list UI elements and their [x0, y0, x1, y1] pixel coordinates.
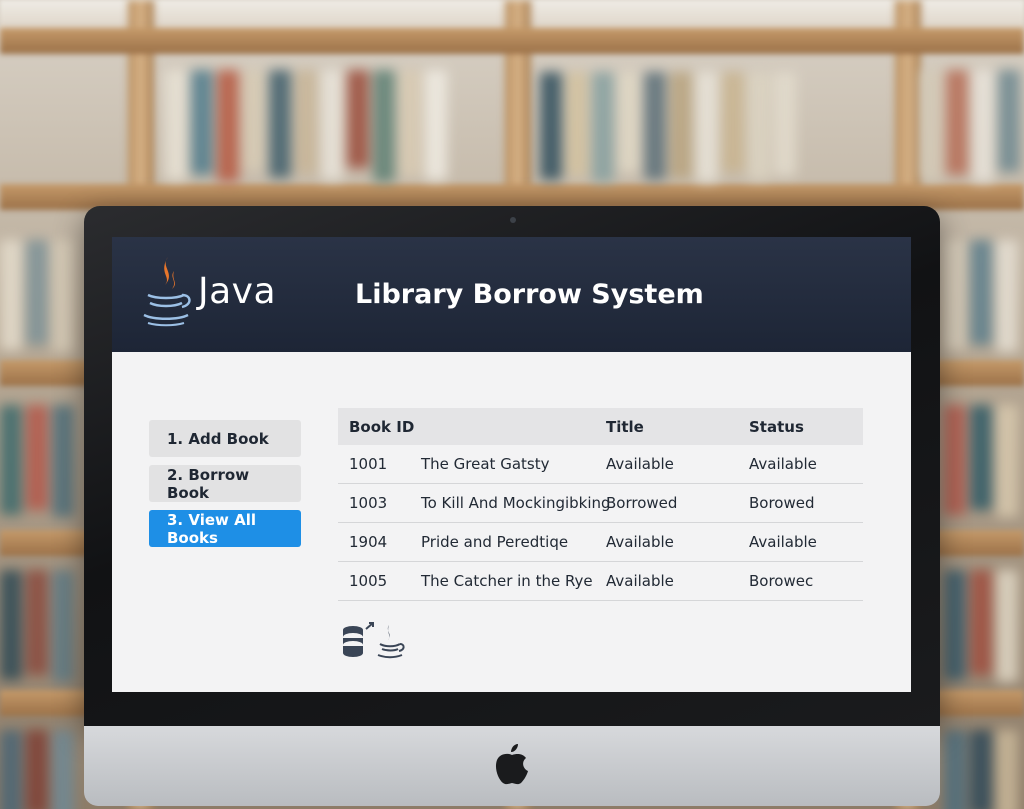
book-id-cell: 1003 [349, 494, 388, 512]
main-menu: 1. Add Book 2. Borrow Book 3. View All B… [149, 420, 301, 555]
column-header-status: Status [749, 417, 804, 436]
java-cup-icon [377, 625, 405, 659]
status-cell: Borowed [749, 494, 815, 512]
status-cell: Available [749, 455, 817, 473]
java-logo-text: Java [198, 271, 277, 312]
imac-monitor: Java Library Borrow System 1. Add Book 2… [84, 206, 940, 806]
books-table: Book ID Title Status 1001 The Great Gats… [338, 408, 863, 601]
book-title-cell: To Kill And Mockingibking [421, 494, 611, 512]
apple-logo-icon [495, 744, 528, 785]
column-header-book-id: Book ID [349, 417, 415, 436]
table-row[interactable]: 1003 To Kill And Mockingibking Borrowed … [338, 484, 863, 523]
database-icon [343, 622, 374, 657]
title-status-cell: Borrowed [606, 494, 678, 512]
monitor-chin [84, 726, 940, 806]
add-book-button[interactable]: 1. Add Book [149, 420, 301, 457]
book-title-cell: The Catcher in the Rye [421, 572, 593, 590]
book-title-cell: Pride and Perеdtiqe [421, 533, 569, 551]
table-row[interactable]: 1005 The Catcher in the Rye Available Bo… [338, 562, 863, 601]
table-row[interactable]: 1001 The Great Gatsty Available Availabl… [338, 445, 863, 484]
camera-icon [510, 217, 516, 223]
status-cell: Borowec [749, 572, 814, 590]
monitor-bezel: Java Library Borrow System 1. Add Book 2… [84, 206, 940, 726]
view-all-books-button[interactable]: 3. View All Books [149, 510, 301, 547]
title-status-cell: Available [606, 533, 674, 551]
column-header-title: Title [606, 417, 644, 436]
title-status-cell: Available [606, 455, 674, 473]
book-title-cell: The Great Gatsty [421, 455, 550, 473]
book-id-cell: 1904 [349, 533, 388, 551]
app-header: Java Library Borrow System [112, 237, 911, 352]
table-header: Book ID Title Status [338, 408, 863, 445]
table-row[interactable]: 1904 Pride and Perеdtiqe Available Avail… [338, 523, 863, 562]
title-status-cell: Available [606, 572, 674, 590]
app-window: Java Library Borrow System 1. Add Book 2… [112, 237, 911, 692]
footer-icons [343, 622, 405, 659]
status-cell: Available [749, 533, 817, 551]
book-id-cell: 1001 [349, 455, 388, 473]
borrow-book-button[interactable]: 2. Borrow Book [149, 465, 301, 502]
book-id-cell: 1005 [349, 572, 388, 590]
page-title: Library Borrow System [355, 279, 704, 310]
java-logo-icon [143, 257, 191, 327]
